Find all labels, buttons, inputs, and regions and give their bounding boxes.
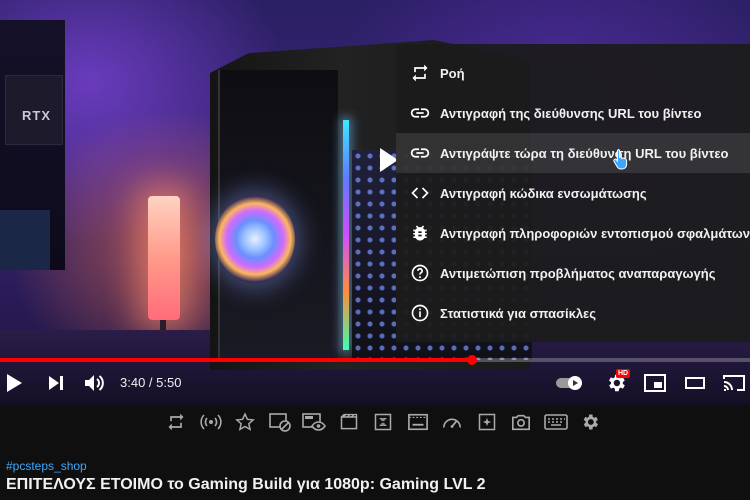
video-hashtag-link[interactable]: #pcsteps_shop — [6, 459, 87, 473]
theater-mode-button[interactable] — [682, 369, 708, 397]
miniplayer-icon — [644, 374, 666, 392]
watch-icon[interactable] — [302, 410, 326, 434]
hd-badge: HD — [616, 369, 631, 378]
play-icon — [7, 374, 22, 392]
menu-item-stats-for-nerds[interactable]: Στατιστικά για σπασίκλες — [396, 293, 750, 333]
camera-icon[interactable] — [509, 410, 533, 434]
player-context-menu: Ροή Αντιγραφή της διεύθυνσης URL του βίν… — [396, 44, 750, 342]
menu-item-label: Αντιγραφή πληροφοριών εντοπισμού σφαλμάτ… — [440, 225, 750, 241]
menu-item-troubleshoot-playback[interactable]: Αντιμετώπιση προβλήματος αναπαραγωγής — [396, 253, 750, 293]
time-display: 3:40 / 5:50 — [120, 375, 182, 390]
link-icon — [408, 101, 432, 125]
progress-played — [0, 358, 472, 362]
settings-icon[interactable] — [578, 410, 602, 434]
miniplayer-button[interactable] — [642, 369, 668, 397]
bug-icon — [408, 221, 432, 245]
menu-item-copy-debug-info[interactable]: Αντιγραφή πληροφοριών εντοπισμού σφαλμάτ… — [396, 213, 750, 253]
mute-button[interactable] — [82, 369, 108, 397]
menu-item-label: Ροή — [440, 65, 465, 81]
link-icon — [408, 141, 432, 165]
volume-icon — [85, 375, 104, 391]
menu-item-copy-video-url-at-time[interactable]: Αντιγράψτε τώρα τη διεύθυνση URL του βίν… — [396, 133, 750, 173]
cast-button[interactable] — [720, 369, 748, 397]
film-icon[interactable] — [337, 410, 361, 434]
play-button[interactable] — [2, 369, 26, 397]
menu-item-copy-video-url[interactable]: Αντιγραφή της διεύθυνσης URL του βίντεο — [396, 93, 750, 133]
extension-toolbar — [164, 408, 613, 436]
compress-icon[interactable] — [371, 410, 395, 434]
embed-code-icon — [408, 181, 432, 205]
speedometer-icon[interactable] — [440, 410, 464, 434]
scene-box — [0, 210, 50, 270]
screenshot-off-icon[interactable] — [268, 410, 292, 434]
next-button[interactable] — [44, 369, 68, 397]
menu-item-label: Αντιγραφή της διεύθυνσης URL του βίντεο — [440, 105, 702, 121]
menu-item-copy-embed-code[interactable]: Αντιγραφή κώδικα ενσωμάτωσης — [396, 173, 750, 213]
menu-item-loop[interactable]: Ροή — [396, 53, 750, 93]
video-player[interactable]: RTX Ροή Αντιγραφή της διεύθυνσης URL του… — [0, 0, 750, 405]
autoplay-toggle[interactable] — [554, 369, 586, 397]
scene-gpu-label: RTX — [22, 108, 51, 123]
scene-rgb-fan — [215, 195, 295, 283]
broadcast-icon[interactable] — [199, 410, 223, 434]
scene-lamp — [148, 196, 180, 320]
keyboard-icon[interactable] — [543, 410, 568, 434]
menu-item-label: Αντιμετώπιση προβλήματος αναπαραγωγής — [440, 265, 716, 281]
video-title: ΕΠΙΤΕΛΟΥΣ ΕΤΟΙΜΟ το Gaming Build για 108… — [6, 476, 486, 493]
loop-icon[interactable] — [164, 410, 188, 434]
help-icon — [408, 261, 432, 285]
progress-bar[interactable] — [0, 355, 750, 365]
autoplay-toggle-icon — [556, 376, 582, 390]
theater-mode-icon — [685, 377, 705, 389]
subtitles-icon[interactable] — [406, 410, 430, 434]
hand-cursor-icon — [613, 149, 628, 170]
settings-button[interactable]: HD — [602, 369, 631, 397]
star-icon[interactable] — [233, 410, 257, 434]
player-controls: 3:40 / 5:50 HD — [0, 364, 750, 402]
scene-gpu-box: RTX — [5, 75, 63, 145]
info-icon — [408, 301, 432, 325]
scene-rgb-strip — [343, 120, 349, 350]
menu-item-label: Αντιγράψτε τώρα τη διεύθυνση URL του βίν… — [440, 145, 729, 161]
menu-item-label: Στατιστικά για σπασίκλες — [440, 305, 596, 321]
loop-icon — [408, 61, 432, 85]
youtube-page: RTX Ροή Αντιγραφή της διεύθυνσης URL του… — [0, 0, 750, 500]
skip-next-icon — [49, 376, 63, 390]
cast-icon — [723, 375, 745, 391]
sparkle-icon[interactable] — [475, 410, 499, 434]
menu-item-label: Αντιγραφή κώδικα ενσωμάτωσης — [440, 185, 647, 201]
